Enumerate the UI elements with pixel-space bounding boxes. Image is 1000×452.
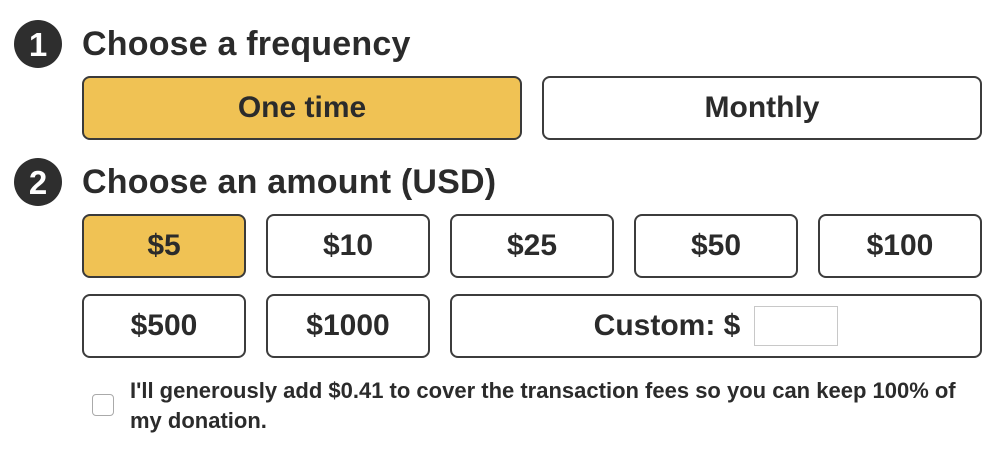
frequency-monthly-button[interactable]: Monthly <box>542 76 982 140</box>
cover-fees-label[interactable]: I'll generously add $0.41 to cover the t… <box>130 376 972 436</box>
custom-amount-input[interactable] <box>754 306 839 346</box>
step-1-heading: 1 Choose a frequency <box>14 20 411 68</box>
step-2-number-badge: 2 <box>14 158 62 206</box>
amount-1000-button[interactable]: $1000 <box>266 294 430 358</box>
step-2-title: Choose an amount (USD) <box>82 162 497 201</box>
amount-50-button[interactable]: $50 <box>634 214 798 278</box>
step-1-title: Choose a frequency <box>82 24 411 63</box>
amount-5-button[interactable]: $5 <box>82 214 246 278</box>
amount-100-button[interactable]: $100 <box>818 214 982 278</box>
amount-10-button[interactable]: $10 <box>266 214 430 278</box>
step-1-number-badge: 1 <box>14 20 62 68</box>
cover-fees-checkbox[interactable] <box>92 394 114 416</box>
custom-amount-button[interactable]: Custom: $ <box>450 294 982 358</box>
cover-fees-row: I'll generously add $0.41 to cover the t… <box>92 376 972 436</box>
custom-amount-label: Custom: $ <box>593 309 741 342</box>
amount-25-button[interactable]: $25 <box>450 214 614 278</box>
amount-500-button[interactable]: $500 <box>82 294 246 358</box>
frequency-one-time-button[interactable]: One time <box>82 76 522 140</box>
step-2-heading: 2 Choose an amount (USD) <box>14 158 496 206</box>
